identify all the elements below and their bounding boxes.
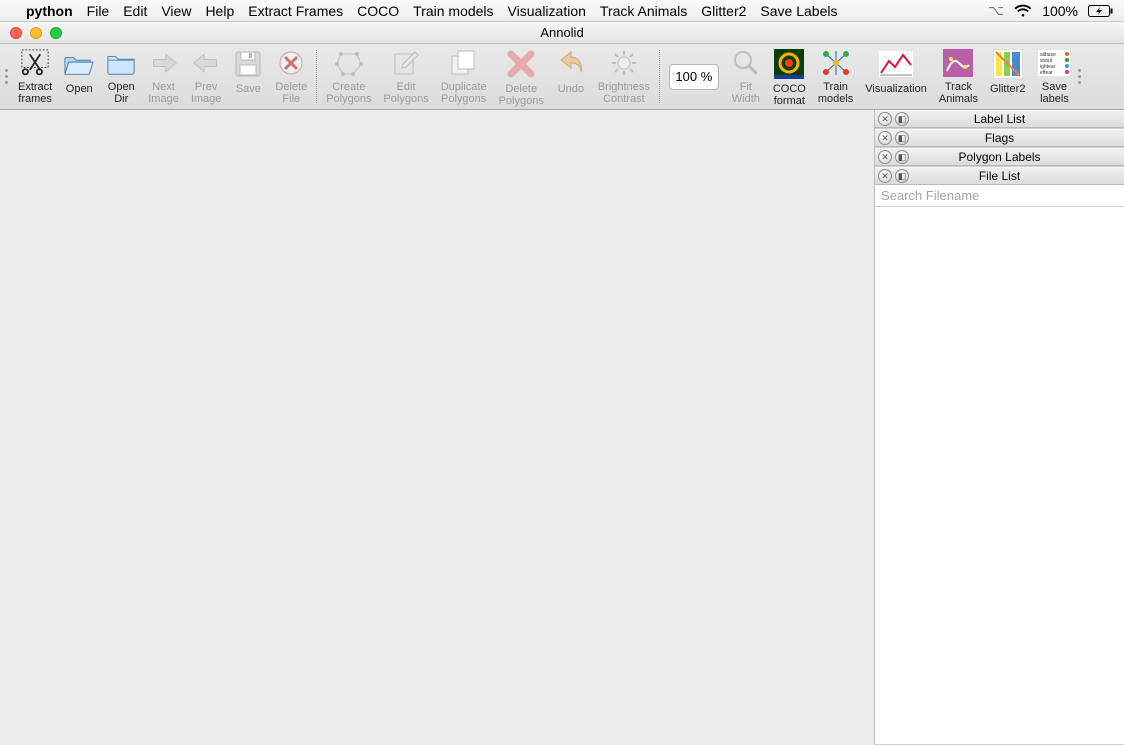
panel-title: Label List — [875, 112, 1124, 126]
main-area: ✕ ◧ Label List ✕ ◧ Flags ✕ ◧ Polygon Lab… — [0, 110, 1124, 745]
panel-label-list: ✕ ◧ Label List — [875, 110, 1124, 129]
duplicate-icon — [450, 49, 478, 77]
app-name[interactable]: python — [26, 3, 73, 19]
delete-polygons-button[interactable]: Delete Polygons — [493, 46, 550, 107]
track-icon — [943, 49, 973, 77]
menu-edit[interactable]: Edit — [123, 3, 147, 19]
panel-title: Flags — [875, 131, 1124, 145]
glitter-icon — [993, 49, 1023, 79]
zoom-value-box[interactable]: 100 % — [669, 64, 719, 90]
toolbar-grip[interactable] — [4, 50, 10, 103]
image-canvas[interactable] — [0, 110, 874, 745]
folder-icon — [106, 49, 136, 77]
window-titlebar: Annolid — [0, 22, 1124, 44]
battery-icon — [1088, 4, 1114, 18]
panel-title: Polygon Labels — [875, 150, 1124, 164]
delete-file-button[interactable]: Delete File — [269, 46, 313, 107]
window-close-button[interactable] — [10, 27, 22, 39]
panel-detach-button[interactable]: ◧ — [895, 131, 909, 145]
bluetooth-icon[interactable]: ⌥ — [988, 2, 1004, 19]
coco-format-button[interactable]: COCO format — [767, 46, 812, 107]
window-minimize-button[interactable] — [30, 27, 42, 39]
window-zoom-button[interactable] — [50, 27, 62, 39]
floppy-disk-icon — [235, 49, 261, 79]
open-dir-button[interactable]: Open Dir — [100, 46, 142, 107]
x-delete-icon — [506, 49, 536, 79]
brightness-contrast-button[interactable]: Brightness Contrast — [592, 46, 656, 107]
train-models-button[interactable]: Train models — [812, 46, 859, 107]
file-list-body[interactable] — [875, 207, 1124, 744]
extract-frames-button[interactable]: Extract frames — [12, 46, 58, 107]
menu-train-models[interactable]: Train models — [413, 3, 493, 19]
visualization-button[interactable]: Visualization — [859, 46, 933, 107]
panel-flags: ✕ ◧ Flags — [875, 129, 1124, 148]
mac-menubar: python File Edit View Help Extract Frame… — [0, 0, 1124, 22]
panel-close-button[interactable]: ✕ — [878, 131, 892, 145]
panel-close-button[interactable]: ✕ — [878, 169, 892, 183]
panel-detach-button[interactable]: ◧ — [895, 150, 909, 164]
undo-arrow-icon — [557, 49, 585, 79]
arrow-right-icon — [150, 49, 178, 77]
svg-text:eftear: eftear — [1040, 70, 1053, 76]
wifi-icon[interactable] — [1014, 4, 1032, 18]
panel-polygon-labels: ✕ ◧ Polygon Labels — [875, 148, 1124, 167]
network-nodes-icon — [821, 49, 851, 77]
arrow-left-icon — [192, 49, 220, 77]
labels-list-icon: ailbasesnoutighteareftear — [1037, 49, 1071, 77]
scissors-icon — [21, 49, 49, 77]
menu-file[interactable]: File — [87, 3, 110, 19]
panel-detach-button[interactable]: ◧ — [895, 169, 909, 183]
battery-percent: 100% — [1042, 3, 1078, 19]
glitter2-button[interactable]: Glitter2 — [984, 46, 1031, 107]
menu-coco[interactable]: COCO — [357, 3, 399, 19]
save-labels-button[interactable]: ailbasesnoutighteareftear Save labels — [1031, 46, 1077, 107]
panel-detach-button[interactable]: ◧ — [895, 112, 909, 126]
open-button[interactable]: Open — [58, 46, 100, 107]
menu-glitter2[interactable]: Glitter2 — [701, 3, 746, 19]
create-polygons-button[interactable]: Create Polygons — [320, 46, 377, 107]
track-animals-button[interactable]: Track Animals — [933, 46, 984, 107]
edit-polygons-button[interactable]: Edit Polygons — [377, 46, 434, 107]
undo-button[interactable]: Undo — [550, 46, 592, 107]
panel-file-list: ✕ ◧ File List — [875, 167, 1124, 745]
prev-image-button[interactable]: Prev Image — [185, 46, 228, 107]
polygon-create-icon — [335, 49, 363, 77]
duplicate-polygons-button[interactable]: Duplicate Polygons — [435, 46, 493, 107]
brightness-icon — [611, 49, 637, 77]
pencil-edit-icon — [393, 49, 419, 77]
window-title: Annolid — [540, 25, 583, 40]
menu-help[interactable]: Help — [205, 3, 234, 19]
next-image-button[interactable]: Next Image — [142, 46, 185, 107]
menu-extract-frames[interactable]: Extract Frames — [248, 3, 343, 19]
filelist-search-input[interactable] — [875, 185, 1124, 207]
delete-circle-icon — [278, 49, 304, 77]
main-toolbar: Extract frames Open Open Dir Next Image … — [0, 44, 1124, 110]
save-button[interactable]: Save — [227, 46, 269, 107]
panel-title: File List — [875, 169, 1124, 183]
side-panels: ✕ ◧ Label List ✕ ◧ Flags ✕ ◧ Polygon Lab… — [874, 110, 1124, 745]
zoom-value: 100 % — [675, 69, 712, 84]
traffic-lights — [10, 27, 62, 39]
panel-close-button[interactable]: ✕ — [878, 112, 892, 126]
magnifier-icon — [733, 49, 759, 77]
menu-visualization[interactable]: Visualization — [508, 3, 586, 19]
toolbar-separator — [659, 50, 660, 103]
toolbar-grip[interactable] — [1077, 50, 1083, 103]
menu-view[interactable]: View — [161, 3, 191, 19]
menu-track-animals[interactable]: Track Animals — [600, 3, 687, 19]
coco-icon — [774, 49, 804, 79]
menu-save-labels[interactable]: Save Labels — [760, 3, 837, 19]
panel-close-button[interactable]: ✕ — [878, 150, 892, 164]
fit-width-button[interactable]: Fit Width — [725, 46, 767, 107]
toolbar-separator — [316, 50, 317, 103]
folder-open-icon — [64, 49, 94, 79]
chart-line-icon — [879, 49, 913, 79]
